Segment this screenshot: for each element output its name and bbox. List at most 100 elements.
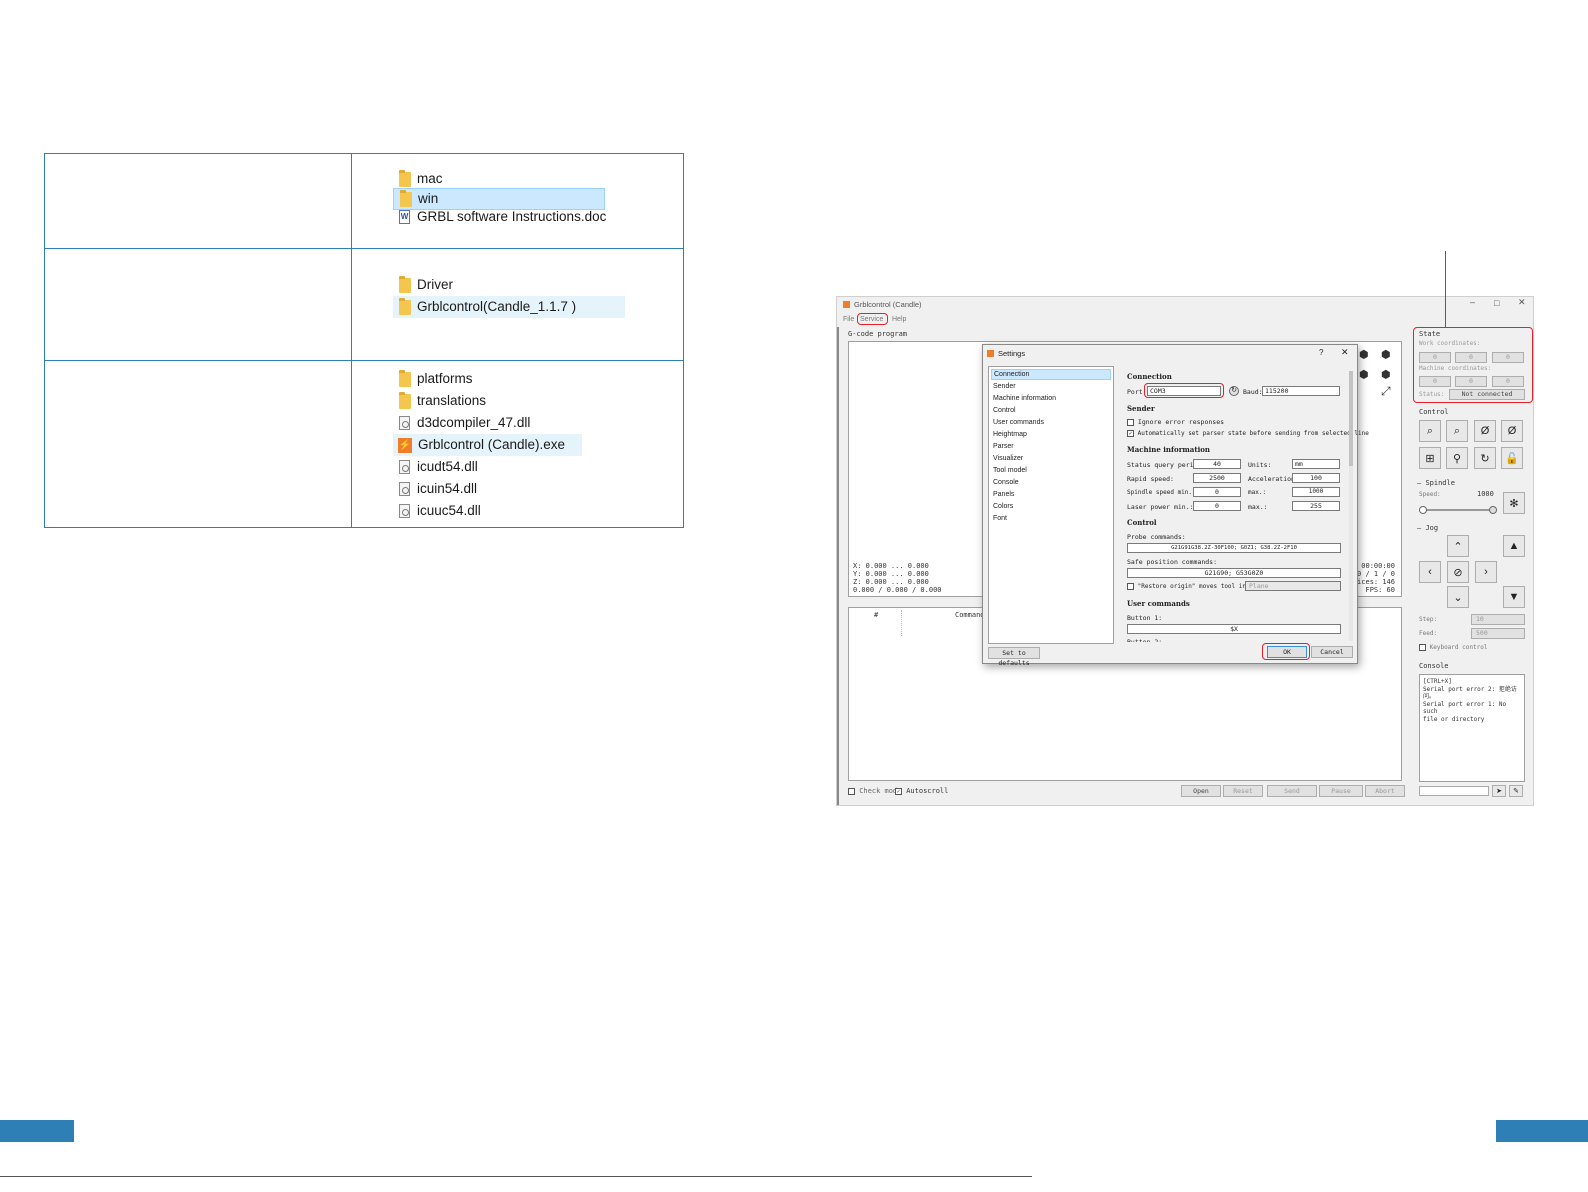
minimize-button[interactable]: – bbox=[1470, 297, 1475, 307]
zero-z-icon[interactable]: Ø bbox=[1474, 420, 1496, 442]
reset-icon[interactable]: ↻ bbox=[1474, 447, 1496, 469]
baud-select[interactable]: 115200 bbox=[1262, 386, 1340, 396]
machine-header: Machine information bbox=[1127, 445, 1210, 454]
list-item[interactable]: W GRBL software Instructions.doc bbox=[393, 208, 623, 226]
rapid-field[interactable]: 2500 bbox=[1193, 473, 1241, 483]
feed-select[interactable]: 500 bbox=[1471, 628, 1525, 639]
zero-xy-icon[interactable]: Ø bbox=[1501, 420, 1523, 442]
nav-font[interactable]: Font bbox=[991, 513, 1111, 524]
console-input[interactable] bbox=[1419, 786, 1489, 796]
menu-service[interactable]: Service bbox=[860, 316, 883, 323]
send-button[interactable]: Send bbox=[1267, 785, 1317, 797]
open-button[interactable]: Open bbox=[1181, 785, 1221, 797]
settings-close-icon[interactable]: ✕ bbox=[1341, 347, 1349, 358]
list-item[interactable]: win bbox=[393, 188, 605, 210]
view-cube-icon[interactable]: ⬢ bbox=[1359, 348, 1369, 361]
menu-file[interactable]: File bbox=[843, 316, 854, 323]
list-item[interactable]: Grblcontrol(Candle_1.1.7 ) bbox=[393, 296, 625, 318]
run-icon[interactable]: ⚲ bbox=[1446, 447, 1468, 469]
restore-origin-select[interactable]: Plane bbox=[1245, 581, 1341, 591]
autoscroll-checkbox[interactable]: ✓ Autoscroll bbox=[895, 787, 948, 795]
pause-button[interactable]: Pause bbox=[1319, 785, 1363, 797]
settings-dialog: Settings ? ✕ Connection Sender Machine i… bbox=[982, 344, 1369, 667]
set-defaults-button[interactable]: Set to defaults bbox=[988, 647, 1040, 667]
nav-console[interactable]: Console bbox=[991, 477, 1111, 488]
table-label-cell bbox=[45, 249, 352, 360]
accel-field[interactable]: 100 bbox=[1292, 473, 1340, 483]
zoom-home-icon[interactable]: ⌕ bbox=[1419, 420, 1441, 442]
list-item[interactable]: icuin54.dll bbox=[393, 478, 593, 500]
jog-stop-icon[interactable]: ⊘ bbox=[1447, 561, 1469, 583]
nav-tool-model[interactable]: Tool model bbox=[991, 465, 1111, 476]
spindle-slider-handle[interactable] bbox=[1489, 506, 1497, 514]
nav-panels[interactable]: Panels bbox=[991, 489, 1111, 500]
nav-colors[interactable]: Colors bbox=[991, 501, 1111, 512]
settings-scrollbar-thumb[interactable] bbox=[1349, 371, 1353, 466]
maximize-button[interactable]: □ bbox=[1494, 298, 1499, 308]
nav-visualizer[interactable]: Visualizer bbox=[991, 453, 1111, 464]
list-item[interactable]: Driver bbox=[393, 274, 603, 296]
port-select[interactable]: COM3 bbox=[1147, 386, 1221, 396]
view-top-icon[interactable]: ⬢ bbox=[1381, 348, 1391, 361]
list-item[interactable]: icuuc54.dll bbox=[393, 500, 593, 522]
laser-max-field[interactable]: 255 bbox=[1292, 501, 1340, 511]
ignore-errors-checkbox[interactable]: Ignore error responses bbox=[1127, 418, 1224, 426]
jog-z-down-icon[interactable]: ▼ bbox=[1503, 586, 1525, 608]
view-left-icon[interactable]: ⬢ bbox=[1381, 368, 1391, 381]
laser-min-field[interactable]: 0 bbox=[1193, 501, 1241, 511]
clear-console-icon[interactable]: ✎ bbox=[1509, 785, 1523, 797]
nav-heightmap[interactable]: Heightmap bbox=[991, 429, 1111, 440]
close-button[interactable]: ✕ bbox=[1518, 297, 1526, 308]
view-front-icon[interactable]: ⬢ bbox=[1359, 368, 1369, 381]
settings-scrollbar[interactable] bbox=[1349, 371, 1353, 641]
nav-machine-information[interactable]: Machine information bbox=[991, 393, 1111, 404]
check-mode-checkbox[interactable]: Check mode bbox=[848, 787, 901, 795]
ok-button[interactable]: OK bbox=[1267, 646, 1307, 658]
menu-help[interactable]: Help bbox=[892, 316, 906, 323]
status-query-field[interactable]: 40 bbox=[1193, 459, 1241, 469]
cancel-button[interactable]: Cancel bbox=[1311, 646, 1353, 658]
safe-position-field[interactable]: G21G90; G53G0Z0 bbox=[1127, 568, 1341, 578]
jog-left-icon[interactable]: ‹ bbox=[1419, 561, 1441, 583]
spindle-toggle-icon[interactable]: ✻ bbox=[1503, 492, 1525, 514]
nav-sender[interactable]: Sender bbox=[991, 381, 1111, 392]
nav-connection[interactable]: Connection bbox=[991, 369, 1111, 380]
list-item[interactable]: icudt54.dll bbox=[393, 456, 593, 478]
zoom-probe-icon[interactable]: ⌕ bbox=[1446, 420, 1468, 442]
spindle-slider-track[interactable] bbox=[1423, 509, 1493, 511]
nav-control[interactable]: Control bbox=[991, 405, 1111, 416]
rapid-label: Rapid speed: bbox=[1127, 475, 1174, 483]
jog-up-icon[interactable]: ⌃ bbox=[1447, 535, 1469, 557]
probe-field[interactable]: G21G91G38.2Z-30F100; G0Z1; G38.2Z-2F10 bbox=[1127, 543, 1341, 553]
settings-title: Settings bbox=[998, 349, 1026, 358]
spindle-min-field[interactable]: 0 bbox=[1193, 487, 1241, 497]
refresh-ports-icon[interactable]: ↻ bbox=[1229, 386, 1239, 396]
spindle-max-field[interactable]: 1000 bbox=[1292, 487, 1340, 497]
list-item[interactable]: platforms bbox=[393, 368, 593, 390]
reset-button[interactable]: Reset bbox=[1223, 785, 1263, 797]
keyboard-control-checkbox[interactable]: Keyboard control bbox=[1419, 644, 1487, 651]
list-item[interactable]: translations bbox=[393, 390, 593, 412]
machine-y: 0 bbox=[1455, 376, 1487, 387]
origin-icon[interactable]: ⊞ bbox=[1419, 447, 1441, 469]
step-select[interactable]: 10 bbox=[1471, 614, 1525, 625]
jog-down-icon[interactable]: ⌄ bbox=[1447, 586, 1469, 608]
units-select[interactable]: mm bbox=[1292, 459, 1340, 469]
send-command-icon[interactable]: ➤ bbox=[1492, 785, 1506, 797]
auto-parser-checkbox[interactable]: ✓ Automatically set parser state before … bbox=[1127, 430, 1369, 437]
console-title: Console bbox=[1419, 662, 1449, 670]
jog-right-icon[interactable]: › bbox=[1475, 561, 1497, 583]
list-item[interactable]: ⚡ Grblcontrol (Candle).exe bbox=[393, 434, 582, 456]
abort-button[interactable]: Abort bbox=[1365, 785, 1405, 797]
list-item[interactable]: d3dcompiler_47.dll bbox=[393, 412, 593, 434]
unlock-icon[interactable]: 🔓 bbox=[1501, 447, 1523, 469]
nav-user-commands[interactable]: User commands bbox=[991, 417, 1111, 428]
nav-parser[interactable]: Parser bbox=[991, 441, 1111, 452]
fit-view-icon[interactable]: ⤢ bbox=[1381, 384, 1391, 399]
button1-field[interactable]: $X bbox=[1127, 624, 1341, 634]
help-button[interactable]: ? bbox=[1319, 348, 1323, 357]
jog-z-up-icon[interactable]: ▲ bbox=[1503, 535, 1525, 557]
list-item[interactable]: mac bbox=[393, 168, 603, 190]
restore-origin-checkbox[interactable]: "Restore origin" moves tool in: bbox=[1127, 583, 1250, 590]
spindle-slider-min-handle[interactable] bbox=[1419, 506, 1427, 514]
